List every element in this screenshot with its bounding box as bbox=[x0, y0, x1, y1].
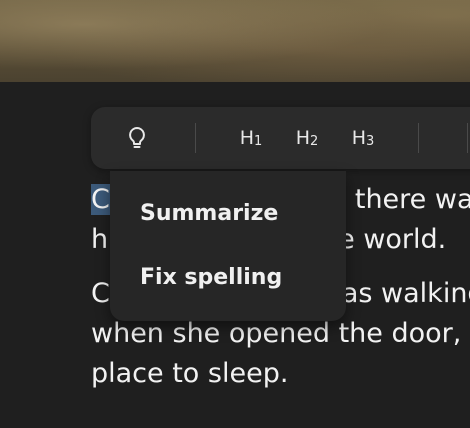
paragraph-text: there wa bbox=[354, 184, 470, 215]
paragraph-text: C bbox=[91, 278, 110, 309]
toolbar-divider bbox=[418, 123, 419, 153]
paragraph-text: e world. bbox=[338, 224, 447, 255]
heading-3-label: H3 bbox=[351, 127, 375, 149]
heading-2-button[interactable]: H2 bbox=[289, 107, 325, 169]
paragraph-text: h bbox=[91, 224, 109, 255]
heading-2-label: H2 bbox=[295, 127, 319, 149]
formatting-toolbar: H1 H2 H3 bbox=[91, 107, 470, 169]
lightbulb-icon bbox=[129, 127, 145, 148]
selected-text: C bbox=[91, 184, 110, 215]
ai-actions-menu: Summarize Fix spelling bbox=[110, 171, 346, 321]
ai-assistant-button[interactable] bbox=[121, 107, 153, 169]
summarize-menu-item[interactable]: Summarize bbox=[140, 201, 278, 226]
heading-1-label: H1 bbox=[239, 127, 263, 149]
fix-spelling-menu-item[interactable]: Fix spelling bbox=[140, 265, 282, 290]
paragraph-text: place to sleep. bbox=[91, 358, 289, 389]
paragraph-text: when she opened the door, bbox=[91, 318, 462, 349]
cover-image bbox=[0, 0, 470, 82]
toolbar-divider bbox=[467, 123, 468, 153]
toolbar-divider bbox=[195, 123, 196, 153]
heading-1-button[interactable]: H1 bbox=[233, 107, 269, 169]
heading-3-button[interactable]: H3 bbox=[345, 107, 381, 169]
paragraph-text: as walking bbox=[341, 278, 470, 309]
